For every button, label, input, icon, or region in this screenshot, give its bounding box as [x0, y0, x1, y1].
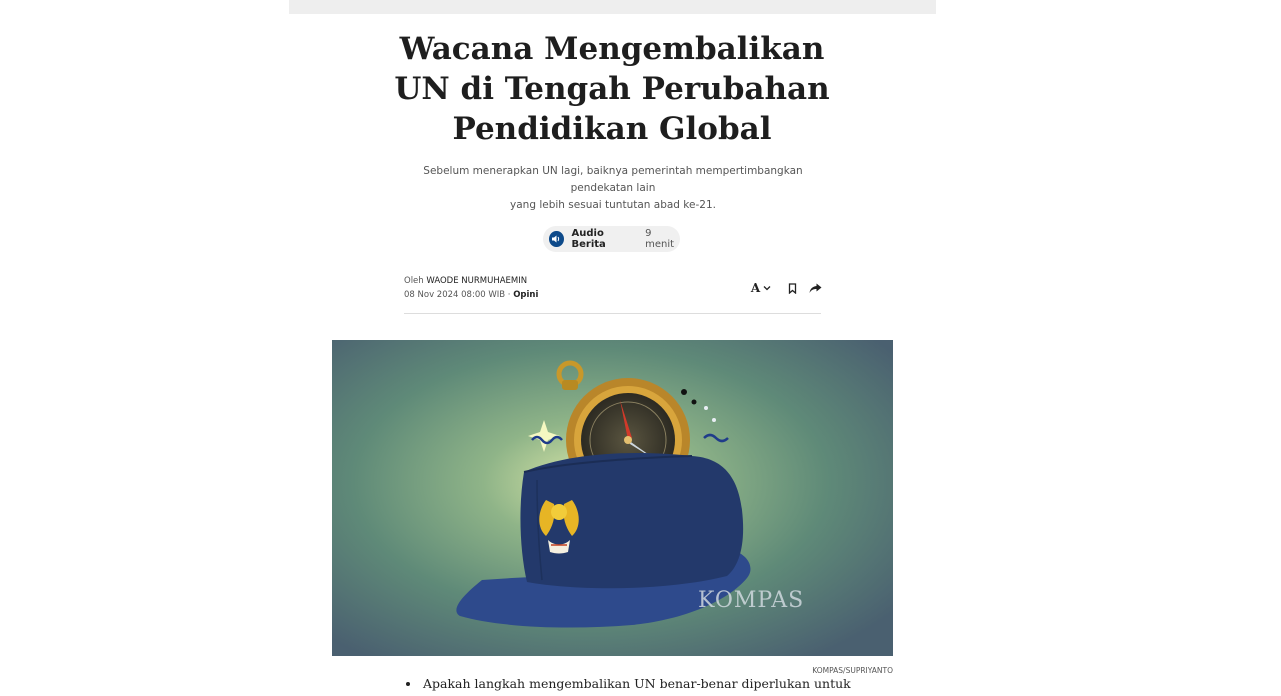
bookmark-icon: [788, 282, 797, 294]
chevron-down-icon: [763, 285, 771, 291]
byline-prefix: Oleh: [404, 276, 424, 286]
byline-separator: ·: [507, 290, 511, 300]
subtitle-line-2: yang lebih sesuai tuntutan abad ke-21.: [510, 199, 716, 211]
title-line-1: Wacana Mengembalikan: [399, 31, 825, 67]
title-line-2: UN di Tengah Perubahan: [394, 71, 830, 107]
article-key-points: Apakah langkah mengembalikan UN benar-be…: [404, 676, 851, 692]
article-hero-illustration[interactable]: KOMPAS: [332, 340, 893, 656]
share-button[interactable]: [807, 280, 823, 296]
byline-divider: [404, 313, 821, 314]
article-title: Wacana Mengembalikan UN di Tengah Peruba…: [380, 29, 844, 149]
image-credit: KOMPAS/SUPRIYANTO: [812, 666, 893, 675]
kompas-watermark: KOMPAS: [698, 588, 804, 613]
author-name[interactable]: WAODE NURMUHAEMIN: [426, 276, 527, 286]
top-bar: [289, 0, 936, 14]
bullet-dot: [406, 682, 410, 686]
bookmark-button[interactable]: [784, 280, 800, 296]
article-tools: A: [748, 280, 823, 296]
key-point-text: Apakah langkah mengembalikan UN benar-be…: [423, 676, 851, 691]
font-size-icon: A: [750, 281, 761, 295]
category-link[interactable]: Opini: [513, 290, 538, 300]
audio-duration: 9 menit: [645, 228, 675, 250]
speaker-icon: [549, 231, 564, 247]
subtitle-line-1: Sebelum menerapkan UN lagi, baiknya peme…: [423, 165, 803, 194]
audio-news-button[interactable]: Audio Berita 9 menit: [543, 226, 680, 252]
audio-label: Audio Berita: [571, 228, 606, 250]
share-icon: [809, 283, 822, 294]
key-point-item: Apakah langkah mengembalikan UN benar-be…: [404, 676, 851, 692]
article-subtitle: Sebelum menerapkan UN lagi, baiknya peme…: [405, 163, 821, 214]
publish-date: 08 Nov 2024 08:00 WIB: [404, 290, 506, 300]
byline: Oleh WAODE NURMUHAEMIN 08 Nov 2024 08:00…: [404, 274, 538, 302]
font-size-button[interactable]: A: [748, 280, 774, 296]
title-line-3: Pendidikan Global: [452, 111, 772, 147]
